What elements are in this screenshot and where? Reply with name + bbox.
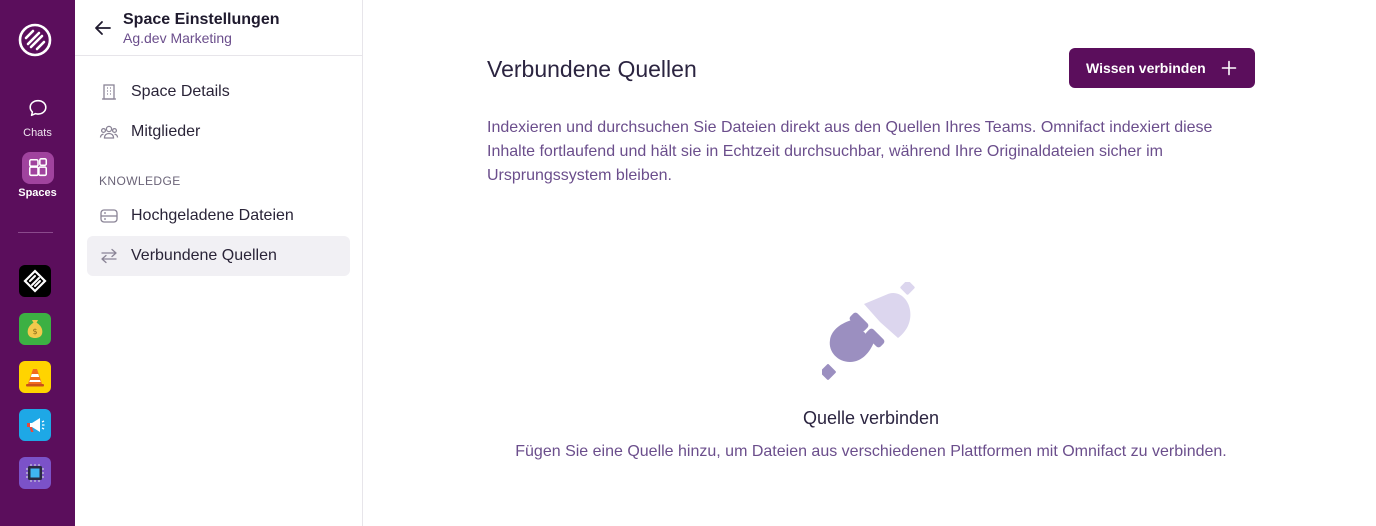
money-bag-space-icon[interactable]: $ bbox=[19, 313, 51, 345]
connect-knowledge-button[interactable]: Wissen verbinden bbox=[1069, 48, 1255, 88]
rail-spaces-label: Spaces bbox=[18, 187, 57, 199]
sidebar-item-label: Verbundene Quellen bbox=[131, 247, 277, 264]
sidebar-item-label: Space Details bbox=[131, 83, 230, 100]
chip-space-icon[interactable] bbox=[19, 457, 51, 489]
sidebar-subtitle: Ag.dev Marketing bbox=[123, 30, 232, 46]
chat-bubble-icon bbox=[22, 92, 54, 124]
settings-sidebar: Space Einstellungen Ag.dev Marketing Spa… bbox=[75, 0, 363, 526]
sidebar-item-space-details[interactable]: Space Details bbox=[87, 72, 350, 112]
sidebar-header: Space Einstellungen Ag.dev Marketing bbox=[75, 0, 362, 56]
rail-chats[interactable]: Chats bbox=[0, 92, 75, 139]
page-description: Indexieren und durchsuchen Sie Dateien d… bbox=[487, 119, 1213, 184]
plug-illustration-icon bbox=[822, 282, 915, 380]
arrows-exchange-icon bbox=[99, 246, 119, 266]
plus-icon bbox=[1221, 60, 1237, 76]
users-icon bbox=[99, 122, 119, 142]
empty-state-subtitle: Fügen Sie eine Quelle hinzu, um Dateien … bbox=[515, 443, 1227, 460]
svg-text:$: $ bbox=[32, 327, 37, 336]
connect-knowledge-label: Wissen verbinden bbox=[1086, 60, 1206, 76]
megaphone-space-icon[interactable] bbox=[19, 409, 51, 441]
rail-chats-label: Chats bbox=[23, 127, 52, 139]
app-rail: Chats Spaces $ bbox=[0, 0, 75, 526]
building-icon bbox=[99, 82, 119, 102]
omnifact-logo-icon[interactable] bbox=[17, 22, 53, 58]
sidebar-item-mitglieder[interactable]: Mitglieder bbox=[87, 112, 350, 152]
back-arrow-icon[interactable] bbox=[93, 18, 113, 38]
traffic-cone-space-icon[interactable] bbox=[19, 361, 51, 393]
sidebar-item-label: Hochgeladene Dateien bbox=[131, 207, 294, 224]
empty-state-title: Quelle verbinden bbox=[802, 408, 940, 428]
sidebar-item-verbundene-quellen[interactable]: Verbundene Quellen bbox=[87, 236, 350, 276]
database-icon bbox=[99, 206, 119, 226]
rail-divider bbox=[18, 232, 53, 233]
page-title: Verbundene Quellen bbox=[487, 56, 697, 82]
sidebar-title: Space Einstellungen bbox=[123, 11, 280, 28]
main-content: Verbundene Quellen Wissen verbinden Inde… bbox=[364, 0, 1376, 526]
ag-dev-space-icon[interactable] bbox=[19, 265, 51, 297]
rail-spaces[interactable]: Spaces bbox=[0, 152, 75, 199]
section-label-knowledge: KNOWLEDGE bbox=[99, 174, 181, 188]
spaces-grid-icon bbox=[21, 152, 54, 184]
sidebar-item-label: Mitglieder bbox=[131, 123, 201, 140]
sidebar-item-hochgeladene-dateien[interactable]: Hochgeladene Dateien bbox=[87, 196, 350, 236]
